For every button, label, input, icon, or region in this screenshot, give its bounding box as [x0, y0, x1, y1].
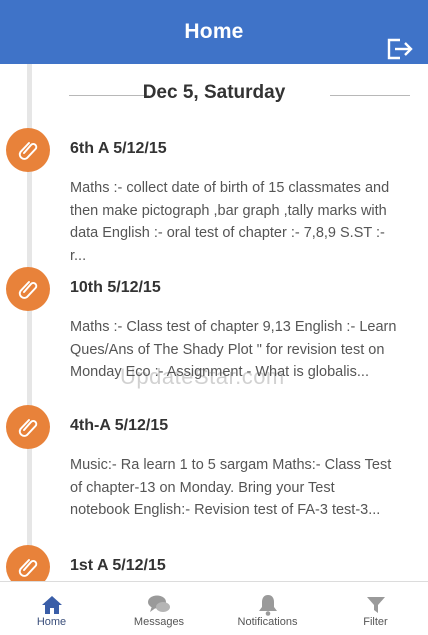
item-text: Maths :- collect date of birth of 15 cla… — [70, 180, 390, 264]
item-title: 4th-A 5/12/15 — [70, 417, 169, 434]
divider-line-right — [330, 95, 410, 96]
attachment-badge — [6, 405, 50, 449]
home-icon — [41, 596, 62, 614]
item-text: Maths :- Class test of chapter 9,13 Engl… — [70, 319, 397, 380]
item-text: Music:- Ra learn 1 to 5 sargam Maths:- C… — [70, 457, 392, 518]
item-title: 6th A 5/12/15 — [70, 140, 167, 157]
paperclip-icon — [18, 559, 38, 577]
logout-button[interactable] — [386, 37, 414, 61]
paperclip-icon — [18, 142, 38, 160]
tab-home[interactable]: Home — [0, 582, 103, 635]
attachment-badge — [6, 267, 50, 311]
app-header: Home — [0, 0, 428, 64]
item-title: 10th 5/12/15 — [70, 279, 161, 296]
tab-label: Notifications — [237, 616, 298, 628]
item-title: 1st A 5/12/15 — [70, 557, 166, 574]
chat-icon — [148, 595, 170, 612]
bottom-tab-bar: Home Messages Notifications Filter — [0, 581, 428, 635]
paperclip-icon — [18, 281, 38, 299]
filter-icon — [366, 597, 385, 613]
date-heading: Dec 5, Saturday — [142, 82, 286, 103]
tab-filter[interactable]: Filter — [323, 582, 428, 635]
date-divider: Dec 5, Saturday — [0, 80, 428, 110]
tab-label: Home — [36, 616, 67, 628]
paperclip-icon — [18, 419, 38, 437]
attachment-badge — [6, 545, 50, 581]
bell-icon — [258, 595, 277, 616]
attachment-badge — [6, 128, 50, 172]
page-title: Home — [184, 20, 244, 43]
tab-notifications[interactable]: Notifications — [215, 582, 320, 635]
tab-label: Messages — [133, 616, 185, 628]
tab-messages[interactable]: Messages — [106, 582, 212, 635]
feed-container[interactable]: Dec 5, Saturday 6th A 5/12/15 Maths :- c… — [0, 64, 428, 581]
tab-label: Filter — [363, 616, 388, 628]
logout-icon — [387, 38, 413, 60]
